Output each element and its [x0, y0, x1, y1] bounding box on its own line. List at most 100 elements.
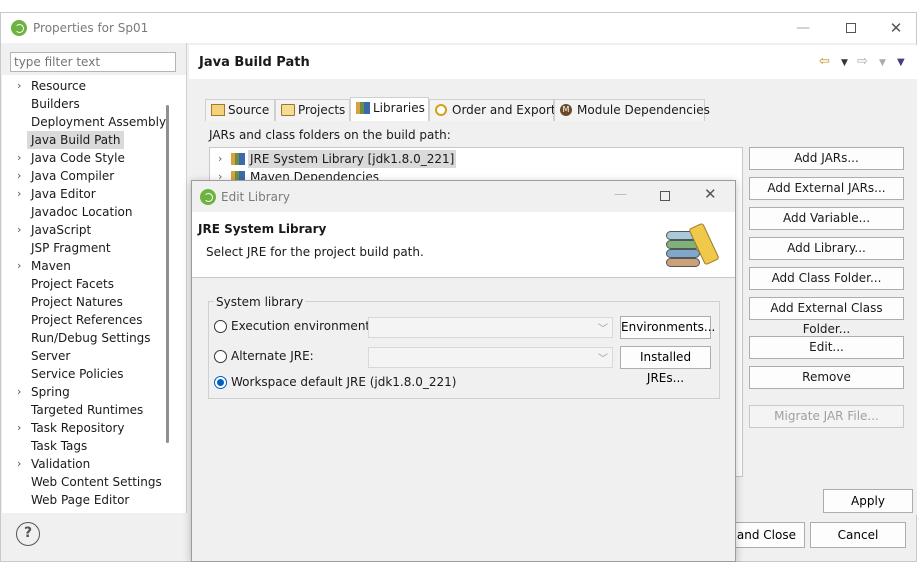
radio-workspace-default-jre[interactable]: Workspace default JRE (jdk1.8.0_221)	[214, 372, 474, 392]
migrate-jar-button[interactable]: Migrate JAR File...	[749, 405, 904, 428]
library-books-icon	[664, 222, 722, 270]
maximize-button[interactable]	[841, 18, 861, 38]
page-title: Java Build Path	[199, 55, 310, 70]
tab-label: Order and Export	[452, 103, 556, 117]
tree-item[interactable]: Service Policies	[2, 365, 172, 383]
chevron-right-icon[interactable]: ›	[218, 150, 222, 168]
tree-item-label: JavaScript	[31, 223, 92, 237]
back-dropdown-icon[interactable]: ▼	[841, 58, 848, 68]
radio-execution-environment[interactable]: Execution environment:	[214, 316, 374, 336]
tree-item[interactable]: › Spring	[2, 383, 172, 401]
chevron-right-icon[interactable]: ›	[17, 257, 21, 275]
dialog-maximize-button[interactable]	[660, 191, 670, 201]
tree-item[interactable]: Java Build Path	[2, 131, 172, 149]
radio-button[interactable]	[214, 350, 227, 363]
environments-button[interactable]: Environments...	[620, 316, 715, 339]
tree-item[interactable]: Task Tags	[2, 437, 172, 455]
add-library-button[interactable]: Add Library...	[749, 237, 904, 260]
chevron-right-icon[interactable]: ›	[17, 185, 21, 203]
sash-splitter[interactable]	[186, 43, 187, 513]
list-item-jre-library[interactable]: › JRE System Library [jdk1.8.0_221]	[210, 150, 510, 168]
tab-source[interactable]: Source	[205, 99, 275, 121]
remove-button[interactable]: Remove	[749, 366, 904, 389]
list-item-label: JRE System Library [jdk1.8.0_221]	[248, 150, 457, 168]
tree-item[interactable]: Targeted Runtimes	[2, 401, 172, 419]
tree-item-label: Validation	[31, 457, 91, 471]
add-jars-button[interactable]: Add JARs...	[749, 147, 904, 170]
chevron-right-icon[interactable]: ›	[17, 455, 21, 473]
forward-dropdown-icon[interactable]: ▼	[879, 58, 886, 68]
tab-order-export[interactable]: Order and Export	[429, 99, 556, 121]
chevron-right-icon[interactable]: ›	[17, 167, 21, 185]
radio-button[interactable]	[214, 376, 227, 389]
chevron-right-icon[interactable]: ›	[17, 149, 21, 167]
filter-input[interactable]	[10, 52, 176, 72]
tree-item[interactable]: › JavaScript	[2, 221, 172, 239]
dialog-close-button[interactable]: ✕	[704, 185, 717, 203]
radio-button[interactable]	[214, 320, 227, 333]
tree-item[interactable]: Project Facets	[2, 275, 172, 293]
tab-projects[interactable]: Projects	[275, 99, 350, 121]
tree-item-label: Targeted Runtimes	[31, 403, 144, 417]
order-export-icon	[435, 104, 447, 116]
tree-item[interactable]: Builders	[2, 95, 172, 113]
chevron-right-icon[interactable]: ›	[17, 383, 21, 401]
tree-item[interactable]: › Java Code Style	[2, 149, 172, 167]
minimize-button[interactable]: —	[793, 18, 813, 38]
tree-item[interactable]: Server	[2, 347, 172, 365]
add-external-class-folder-button[interactable]: Add External Class Folder...	[749, 297, 904, 336]
forward-arrow-icon[interactable]: ⇨	[857, 54, 868, 69]
installed-jres-button[interactable]: Installed JREs...	[620, 346, 711, 385]
tree-item[interactable]: Project Natures	[2, 293, 172, 311]
tree-item-label: Project Natures	[31, 295, 123, 309]
tree-item-label: Server	[31, 349, 71, 363]
chevron-right-icon[interactable]: ›	[17, 221, 21, 239]
tree-item[interactable]: › Java Compiler	[2, 167, 172, 185]
cancel-button[interactable]: Cancel	[810, 522, 906, 548]
edit-button[interactable]: Edit...	[749, 336, 904, 359]
tree-item[interactable]: JSP Fragment	[2, 239, 172, 257]
page-header: Java Build Path ⇦ ▼ ⇨ ▼ ▼	[189, 45, 917, 79]
tree-item[interactable]: › Java Editor	[2, 185, 172, 203]
window-title: Properties for Sp01	[33, 21, 149, 35]
tree-item[interactable]: › Resource	[2, 77, 172, 95]
tree-item[interactable]: › Maven	[2, 257, 172, 275]
chevron-down-icon: ﹀	[598, 354, 608, 365]
tree-item[interactable]: Javadoc Location	[2, 203, 172, 221]
tree-item[interactable]: Deployment Assembly	[2, 113, 172, 131]
radio-label: Alternate JRE:	[231, 349, 314, 363]
chevron-right-icon[interactable]: ›	[17, 77, 21, 95]
tree-scrollbar[interactable]	[166, 105, 169, 443]
radio-label: Execution environment:	[231, 319, 375, 333]
project-icon	[281, 104, 295, 116]
close-button[interactable]: ✕	[886, 18, 906, 38]
dialog-titlebar: Edit Library — ✕	[192, 181, 735, 212]
add-variable-button[interactable]: Add Variable...	[749, 207, 904, 230]
radio-alternate-jre[interactable]: Alternate JRE:	[214, 346, 374, 366]
execution-environment-select[interactable]: ﹀	[368, 317, 613, 338]
tree-item[interactable]: Project References	[2, 311, 172, 329]
tab-module-dependencies[interactable]: M Module Dependencies	[554, 99, 710, 121]
chevron-right-icon[interactable]: ›	[17, 419, 21, 437]
apply-button[interactable]: Apply	[823, 489, 913, 513]
library-icon	[356, 102, 370, 114]
tree-item-label: Java Code Style	[31, 151, 125, 165]
add-external-jars-button[interactable]: Add External JARs...	[749, 177, 904, 200]
alternate-jre-select[interactable]: ﹀	[368, 347, 613, 368]
tree-item[interactable]: › Validation	[2, 455, 172, 473]
tab-libraries[interactable]: Libraries	[350, 97, 429, 121]
tree-item-label: Project Facets	[31, 277, 114, 291]
tree-item[interactable]: › Task Repository	[2, 419, 172, 437]
tree-item[interactable]: Web Page Editor	[2, 491, 172, 509]
view-menu-icon[interactable]: ▼	[897, 57, 905, 68]
property-page-tree: › Resource Builders Deployment Assembly Java…	[2, 75, 186, 513]
tree-item-label: Spring	[31, 385, 70, 399]
tree-item[interactable]: Web Content Settings	[2, 473, 172, 491]
help-icon[interactable]: ?	[16, 522, 40, 546]
tree-item[interactable]: Run/Debug Settings	[2, 329, 172, 347]
back-arrow-icon[interactable]: ⇦	[819, 54, 830, 69]
window-titlebar: Properties for Sp01 — ✕	[1, 13, 916, 43]
add-class-folder-button[interactable]: Add Class Folder...	[749, 267, 904, 290]
dialog-minimize-button[interactable]: —	[614, 187, 627, 202]
tab-label: Projects	[298, 103, 346, 117]
